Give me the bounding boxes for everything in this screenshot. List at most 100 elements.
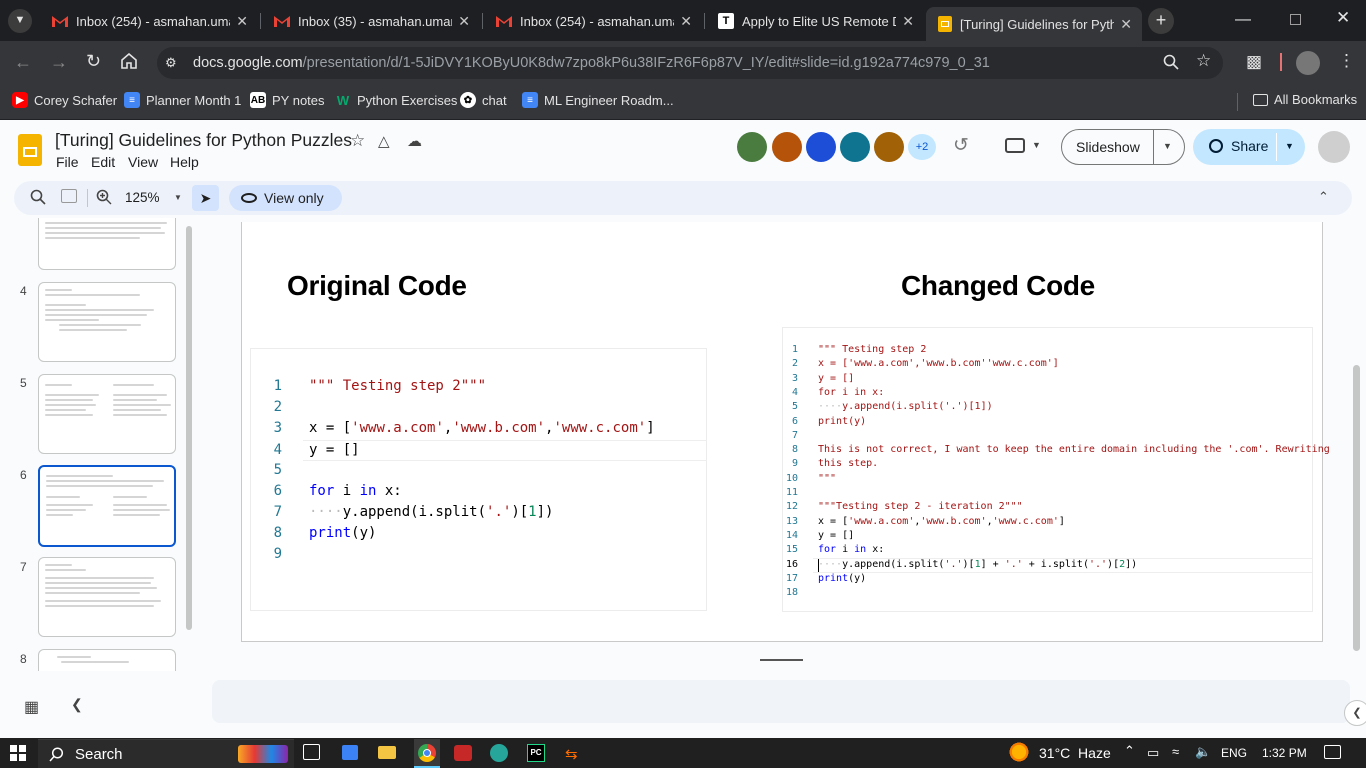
- collaborator-avatar[interactable]: [737, 132, 767, 162]
- code-line: """ Testing step 2: [818, 344, 927, 355]
- back-icon[interactable]: ←: [14, 52, 32, 73]
- site-info-icon[interactable]: ⚙: [165, 55, 177, 71]
- move-icon[interactable]: △: [378, 132, 390, 150]
- menu-help[interactable]: Help: [170, 154, 199, 170]
- browser-tab[interactable]: T Apply to Elite US Remote De ✕: [706, 7, 924, 35]
- account-avatar[interactable]: [1318, 131, 1350, 163]
- chevron-down-icon[interactable]: ▼: [1163, 141, 1172, 151]
- zoom-lens-icon[interactable]: [1163, 54, 1179, 75]
- slide-thumbnail[interactable]: [38, 557, 176, 637]
- collaborator-avatar[interactable]: [874, 132, 904, 162]
- close-icon[interactable]: ✕: [902, 13, 914, 30]
- weather-text[interactable]: 31°C Haze: [1039, 745, 1111, 761]
- app-icon[interactable]: ⇆: [565, 745, 578, 763]
- more-collaborators-badge[interactable]: +2: [908, 134, 936, 160]
- collapse-filmstrip-icon[interactable]: ❮: [71, 696, 83, 713]
- hidden-icons-chevron-icon[interactable]: ⌃: [1124, 743, 1135, 759]
- menu-view[interactable]: View: [128, 154, 158, 170]
- menu-edit[interactable]: Edit: [91, 154, 115, 170]
- weather-icon[interactable]: [1007, 742, 1031, 762]
- restore-icon[interactable]: [1290, 14, 1301, 25]
- print-icon[interactable]: [61, 189, 77, 203]
- bookmark-item[interactable]: ≡ Planner Month 1: [124, 92, 241, 108]
- select-tool-icon[interactable]: ➤: [192, 185, 219, 211]
- code-line: """: [818, 473, 837, 484]
- new-tab-button[interactable]: +: [1148, 8, 1174, 34]
- app-icon[interactable]: [490, 744, 508, 762]
- battery-icon[interactable]: ▭: [1147, 745, 1159, 761]
- view-only-chip[interactable]: View only: [229, 185, 342, 211]
- collapse-toolbar-icon[interactable]: ⌃: [1318, 189, 1329, 205]
- volume-icon[interactable]: 🔈: [1195, 744, 1211, 760]
- grid-view-icon[interactable]: ▦: [24, 697, 39, 717]
- clock[interactable]: 1:32 PM: [1262, 746, 1307, 760]
- slide-thumbnail[interactable]: [38, 649, 176, 671]
- slide-thumbnail-selected[interactable]: [38, 465, 176, 547]
- browser-tab[interactable]: Inbox (35) - asmahan.umar@ ✕: [262, 7, 480, 35]
- history-icon[interactable]: ↺: [953, 134, 969, 157]
- line-number: 3: [273, 420, 282, 436]
- task-view-icon[interactable]: [303, 744, 320, 760]
- doc-title[interactable]: [Turing] Guidelines for Python Puzzles: [55, 130, 352, 151]
- close-icon[interactable]: ✕: [680, 13, 692, 30]
- chevron-down-icon: ▼: [174, 193, 182, 202]
- app-icon[interactable]: [454, 745, 472, 761]
- close-icon[interactable]: ✕: [1120, 16, 1132, 33]
- minimize-icon[interactable]: —: [1235, 11, 1251, 29]
- pycharm-icon[interactable]: PC: [527, 744, 545, 762]
- slides-logo-icon[interactable]: [18, 134, 42, 166]
- wifi-icon[interactable]: ≈: [1172, 744, 1179, 759]
- zoom-icon[interactable]: [96, 189, 112, 210]
- slide-thumbnail[interactable]: [38, 218, 176, 270]
- share-button[interactable]: Share ▼: [1193, 129, 1305, 165]
- close-icon[interactable]: ✕: [236, 13, 248, 30]
- code-line: y = []: [818, 373, 855, 384]
- collaborator-avatar[interactable]: [772, 132, 802, 162]
- extensions-icon[interactable]: ▩: [1246, 52, 1262, 72]
- forward-icon[interactable]: →: [50, 52, 68, 73]
- language-indicator[interactable]: ENG: [1221, 746, 1247, 760]
- chrome-taskbar-icon[interactable]: [414, 739, 440, 768]
- home-icon[interactable]: [121, 52, 137, 74]
- bookmark-item[interactable]: W Python Exercises: [335, 92, 458, 108]
- taskbar-search-box[interactable]: Search: [38, 739, 294, 768]
- notes-resize-handle[interactable]: [760, 659, 803, 661]
- tab-search-button[interactable]: ▼: [8, 9, 32, 33]
- star-icon[interactable]: ☆: [350, 131, 365, 151]
- cloud-status-icon[interactable]: ☁: [407, 132, 422, 150]
- bookmark-item[interactable]: ≡ ML Engineer Roadm...: [522, 92, 674, 108]
- slideshow-button[interactable]: Slideshow ▼: [1061, 129, 1185, 165]
- slide-thumbnail[interactable]: [38, 282, 176, 362]
- notification-icon[interactable]: [1324, 745, 1341, 759]
- search-icon[interactable]: [30, 189, 46, 210]
- browser-tab[interactable]: Inbox (254) - asmahan.umar ✕: [40, 7, 258, 35]
- collaborator-avatar[interactable]: [806, 132, 836, 162]
- line-number: 9: [791, 458, 798, 470]
- chrome-menu-icon[interactable]: ⋮: [1338, 51, 1355, 71]
- side-panel-toggle[interactable]: ❮: [1344, 700, 1366, 726]
- collaborator-avatar[interactable]: [840, 132, 870, 162]
- all-bookmarks[interactable]: All Bookmarks: [1253, 92, 1357, 107]
- zoom-select[interactable]: 125% ▼: [125, 190, 185, 205]
- file-explorer-icon[interactable]: [378, 746, 396, 759]
- browser-tab[interactable]: Inbox (254) - asmahan.umar ✕: [484, 7, 702, 35]
- profile-avatar[interactable]: [1296, 51, 1320, 75]
- slide-thumbnail[interactable]: [38, 374, 176, 454]
- bookmark-item[interactable]: ✿ chat: [460, 92, 507, 108]
- menu-file[interactable]: File: [56, 154, 79, 170]
- meet-icon[interactable]: [1005, 138, 1025, 153]
- reload-icon[interactable]: ↻: [86, 51, 101, 72]
- filmstrip-scrollbar[interactable]: [186, 226, 192, 630]
- star-icon[interactable]: ☆: [1196, 51, 1211, 71]
- main-scrollbar[interactable]: [1353, 365, 1360, 651]
- chevron-down-icon[interactable]: ▼: [1285, 141, 1294, 151]
- bookmark-item[interactable]: AB PY notes: [250, 92, 325, 108]
- close-icon[interactable]: ✕: [458, 13, 470, 30]
- meet-dropdown-icon[interactable]: ▼: [1032, 140, 1041, 150]
- bookmark-item[interactable]: ▶ Corey Schafer: [12, 92, 117, 108]
- windows-start-icon[interactable]: [10, 745, 26, 766]
- close-window-icon[interactable]: ✕: [1336, 8, 1350, 28]
- store-icon[interactable]: [342, 745, 358, 760]
- browser-tab-active[interactable]: [Turing] Guidelines for Pytho ✕: [926, 7, 1142, 41]
- current-line-highlight: [303, 440, 707, 461]
